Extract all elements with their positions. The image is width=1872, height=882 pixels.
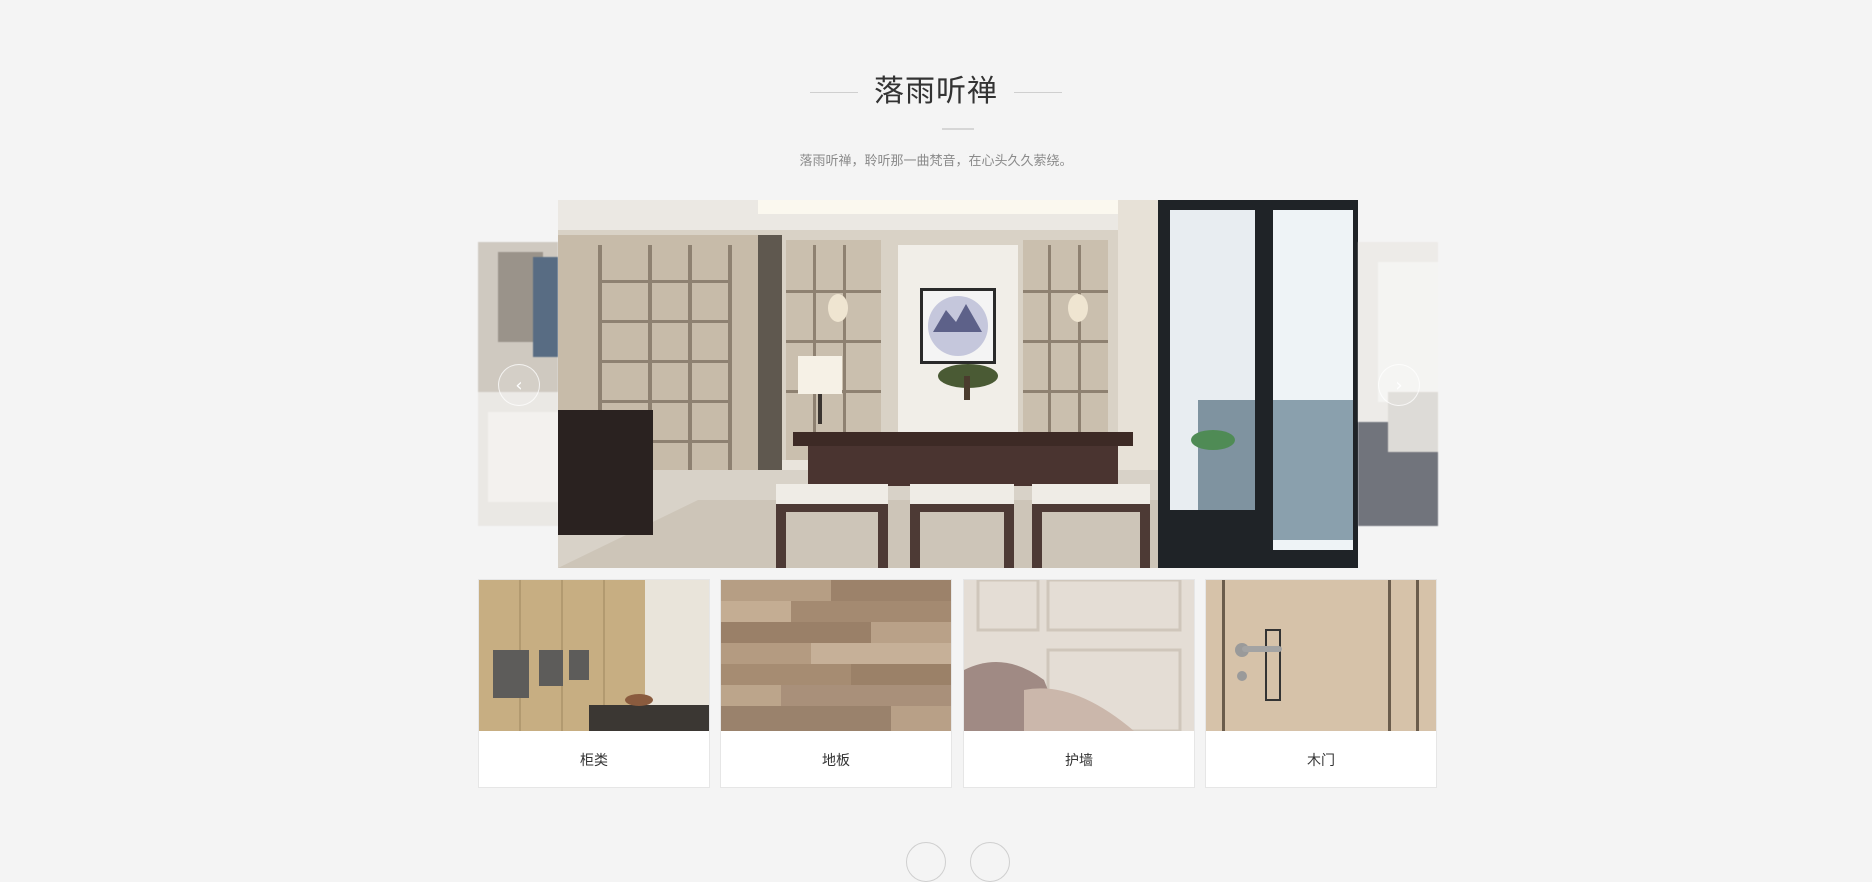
category-card-flooring[interactable]: 地板 <box>720 579 952 788</box>
category-label: 地板 <box>822 752 850 769</box>
carousel-next-button[interactable]: › <box>1378 364 1420 406</box>
section-subtitle: 落雨听禅，聆听那一曲梵音，在心头久久萦绕。 <box>799 154 1073 169</box>
wall-panel-thumbnail <box>964 580 1194 731</box>
pagination-prev-button[interactable] <box>906 842 946 882</box>
category-card-cabinets[interactable]: 柜类 <box>478 579 710 788</box>
title-row: 落雨听禅 <box>0 72 1872 112</box>
section-title: 落雨听禅 <box>874 74 998 109</box>
title-left-line <box>810 91 858 93</box>
title-right-line <box>1014 91 1062 93</box>
title-underline <box>942 128 974 130</box>
wood-door-thumbnail <box>1206 580 1436 731</box>
chevron-right-icon: › <box>1395 374 1403 396</box>
category-card-wall-panels[interactable]: 护墙 <box>963 579 1195 788</box>
category-cards: 柜类 地板 护墙 木门 <box>478 579 1438 789</box>
category-label: 护墙 <box>1065 752 1093 769</box>
dining-room-photo <box>558 200 1358 568</box>
cabinet-thumbnail <box>479 580 709 731</box>
category-label: 木门 <box>1307 752 1335 769</box>
flooring-thumbnail <box>721 580 951 731</box>
current-slide[interactable] <box>558 200 1358 568</box>
carousel-prev-button[interactable]: ‹ <box>498 364 540 406</box>
category-card-wood-doors[interactable]: 木门 <box>1205 579 1437 788</box>
category-label: 柜类 <box>580 752 608 769</box>
chevron-left-icon: ‹ <box>515 374 523 396</box>
pagination-next-button[interactable] <box>970 842 1010 882</box>
image-carousel[interactable]: ‹ › <box>478 200 1438 568</box>
